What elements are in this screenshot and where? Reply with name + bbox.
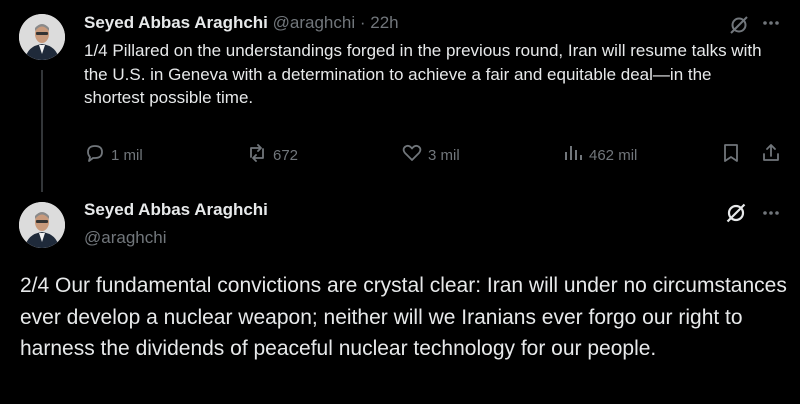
author-handle[interactable]: @araghchi	[273, 13, 355, 32]
repost-button[interactable]: 672	[246, 142, 298, 168]
tweet2-text: 2/4 Our fundamental convictions are crys…	[20, 274, 787, 360]
thread-line	[41, 70, 43, 192]
repost-count: 672	[273, 146, 299, 164]
reply-icon	[84, 142, 111, 168]
separator: ·	[359, 13, 366, 32]
author-name[interactable]: Seyed Abbas Araghchi	[84, 13, 268, 32]
grok-icon[interactable]	[724, 201, 748, 230]
views-button[interactable]: 462 mil	[562, 142, 637, 168]
views-count: 462 mil	[589, 146, 638, 164]
more-icon[interactable]	[760, 202, 782, 229]
tweet1-text: 1/4 Pillared on the understandings forge…	[84, 41, 762, 107]
like-count: 3 mil	[428, 146, 460, 164]
views-icon	[562, 142, 589, 168]
tweet1-actions: 1 mil 672 3 mil 462 mil	[0, 140, 800, 166]
share-button[interactable]	[760, 142, 787, 168]
bookmark-icon	[720, 142, 747, 168]
like-button[interactable]: 3 mil	[401, 142, 460, 168]
share-icon	[760, 142, 787, 168]
more-icon[interactable]	[760, 12, 782, 39]
tweet1-header: Seyed Abbas Araghchi @araghchi · 22h	[84, 12, 399, 34]
author-name[interactable]: Seyed Abbas Araghchi	[84, 200, 268, 220]
bookmark-button[interactable]	[720, 142, 747, 168]
grok-icon[interactable]	[728, 14, 750, 41]
reply-button[interactable]: 1 mil	[84, 142, 143, 168]
like-icon	[401, 142, 428, 168]
author-handle[interactable]: @araghchi	[84, 228, 166, 248]
timestamp[interactable]: 22h	[370, 13, 398, 32]
reply-count: 1 mil	[111, 146, 143, 164]
avatar[interactable]	[19, 202, 65, 248]
avatar[interactable]	[19, 14, 65, 60]
repost-icon	[246, 142, 273, 168]
